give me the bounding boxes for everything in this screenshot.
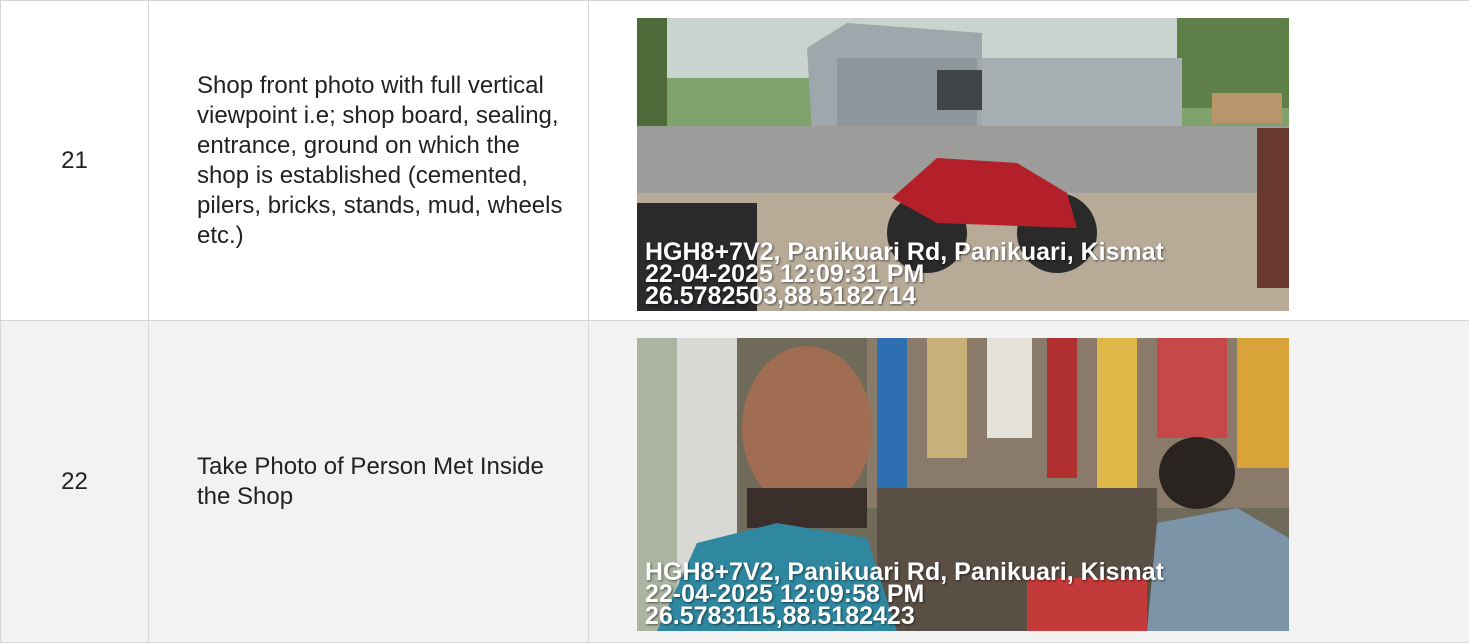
row-number: 22	[0, 320, 149, 643]
photo-cell: HGH8+7V2, Panikuari Rd, Panikuari, Kisma…	[588, 320, 1469, 643]
stamp-coordinates: 26.5782503,88.5182714	[645, 282, 917, 310]
photo-cell: HGH8+7V2, Panikuari Rd, Panikuari, Kisma…	[588, 0, 1469, 321]
photo-stamp: HGH8+7V2, Panikuari Rd, Panikuari, Kisma…	[645, 560, 1164, 630]
table-row: 21 Shop front photo with full vertical v…	[0, 0, 1469, 321]
row-description: Shop front photo with full vertical view…	[148, 0, 589, 321]
table-row: 22 Take Photo of Person Met Inside the S…	[0, 320, 1469, 643]
person-met-photo: HGH8+7V2, Panikuari Rd, Panikuari, Kisma…	[637, 338, 1289, 631]
report-table: 21 Shop front photo with full vertical v…	[0, 0, 1469, 643]
stamp-coordinates: 26.5783115,88.5182423	[645, 602, 915, 630]
row-number: 21	[0, 0, 149, 321]
shop-front-photo: HGH8+7V2, Panikuari Rd, Panikuari, Kisma…	[637, 18, 1289, 311]
row-description: Take Photo of Person Met Inside the Shop	[148, 320, 589, 643]
photo-stamp: HGH8+7V2, Panikuari Rd, Panikuari, Kisma…	[645, 240, 1164, 310]
